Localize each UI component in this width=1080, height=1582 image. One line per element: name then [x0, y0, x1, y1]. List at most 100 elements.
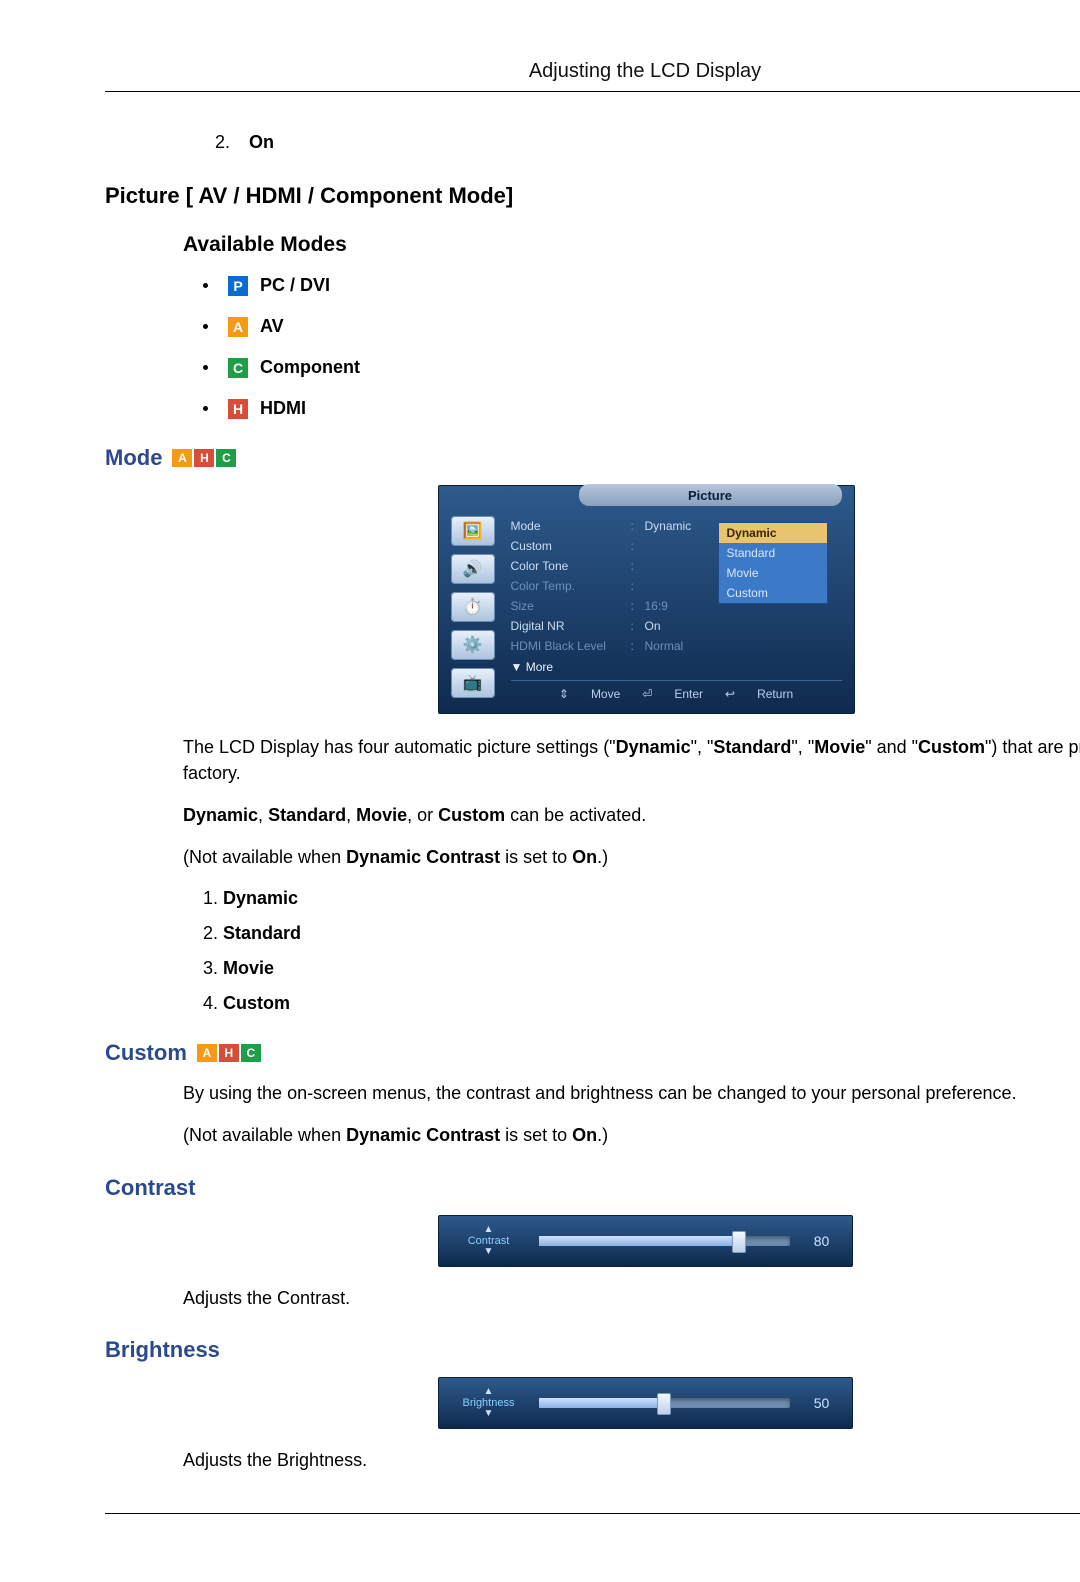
t: ", "	[691, 737, 714, 757]
available-modes-list: P PC / DVI A AV C Component H HDMI	[203, 275, 1080, 419]
mode-label: AV	[260, 316, 284, 337]
osd-sep: :	[631, 559, 645, 573]
mode-component: C Component	[203, 357, 1080, 378]
list-label: On	[249, 132, 274, 152]
c-badge-icon: C	[216, 449, 236, 467]
osd-tab-picture-icon: 🖼️	[451, 516, 495, 546]
chevron-up-icon: ▲	[484, 1387, 494, 1397]
t: Movie	[356, 805, 407, 825]
mode-option-dynamic: Dynamic	[223, 888, 1080, 909]
t: Standard	[223, 923, 301, 943]
osd-hint-move: Move	[591, 687, 620, 701]
mode-hdmi: H HDMI	[203, 398, 1080, 419]
h-badge-icon: H	[194, 449, 214, 467]
t: On	[572, 847, 597, 867]
osd-tab-timer-icon: ⏱️	[451, 592, 495, 622]
osd-dropdown-opt-movie: Movie	[719, 563, 827, 583]
t: The LCD Display has four automatic pictu…	[183, 737, 616, 757]
brightness-slider-figure: ▲ Brightness ▼ 50	[438, 1377, 853, 1429]
h-badge-icon: H	[228, 399, 248, 419]
chevron-down-icon: ▼	[484, 1247, 494, 1257]
custom-applies-to-icons: A H C	[197, 1044, 261, 1062]
t: ,	[258, 805, 268, 825]
osd-sep: :	[631, 539, 645, 553]
t: .)	[597, 847, 608, 867]
osd-dropdown-opt-custom: Custom	[719, 583, 827, 603]
osd-label: HDMI Black Level	[511, 639, 631, 653]
h-badge-icon: H	[219, 1044, 239, 1062]
osd-sep: :	[631, 579, 645, 593]
t: (Not available when	[183, 847, 346, 867]
custom-desc-2: (Not available when Dynamic Contrast is …	[183, 1122, 1080, 1148]
p-badge-icon: P	[228, 276, 248, 296]
list-item-on: 2. On	[215, 132, 1080, 153]
section-contrast-label: Contrast	[105, 1175, 195, 1201]
mode-options-list: Dynamic Standard Movie Custom	[203, 888, 1080, 1014]
a-badge-icon: A	[172, 449, 192, 467]
slider-fill	[539, 1398, 666, 1408]
osd-tab-multi-icon: 📺	[451, 668, 495, 698]
mode-applies-to-icons: A H C	[172, 449, 236, 467]
mode-option-movie: Movie	[223, 958, 1080, 979]
list-number: 2.	[215, 132, 230, 152]
chevron-down-icon: ▼	[484, 1409, 494, 1419]
osd-footer: ⇕ Move ⏎ Enter ↩ Return	[511, 680, 842, 709]
t: can be activated.	[505, 805, 646, 825]
t: Custom	[223, 993, 290, 1013]
section-picture-modes: Picture [ AV / HDMI / Component Mode]	[105, 183, 1080, 209]
osd-mode-dropdown: Dynamic Standard Movie Custom	[718, 522, 828, 604]
c-badge-icon: C	[228, 358, 248, 378]
brightness-desc: Adjusts the Brightness.	[183, 1447, 1080, 1473]
mode-option-standard: Standard	[223, 923, 1080, 944]
t: is set to	[500, 1125, 572, 1145]
osd-row-hdmi-black-level: HDMI Black Level : Normal	[511, 636, 842, 656]
osd-value: Dynamic	[645, 519, 692, 533]
t: On	[572, 1125, 597, 1145]
osd-sep: :	[631, 599, 645, 613]
t: Custom	[918, 737, 985, 757]
bullet-icon	[203, 406, 208, 411]
t: " and "	[865, 737, 918, 757]
osd-hint-enter-icon: ⏎	[642, 687, 652, 701]
t: ,	[346, 805, 356, 825]
osd-tab-setup-icon: ⚙️	[451, 630, 495, 660]
osd-label: Digital NR	[511, 619, 631, 633]
section-available-modes: Available Modes	[183, 233, 1080, 257]
t: Dynamic Contrast	[346, 847, 500, 867]
osd-dropdown-opt-dynamic: Dynamic	[719, 523, 827, 543]
mode-option-custom: Custom	[223, 993, 1080, 1014]
slider-label: Contrast	[468, 1235, 510, 1247]
osd-label: Mode	[511, 519, 631, 533]
contrast-value: 80	[802, 1233, 842, 1249]
mode-desc-1: The LCD Display has four automatic pictu…	[183, 734, 1080, 786]
t: Standard	[268, 805, 346, 825]
slider-thumb-icon	[732, 1231, 746, 1253]
c-badge-icon: C	[241, 1044, 261, 1062]
osd-screenshot: Picture 🖼️ 🔊 ⏱️ ⚙️ 📺 Mode : Dynamic Cust…	[438, 485, 853, 714]
mode-desc-3: (Not available when Dynamic Contrast is …	[183, 844, 1080, 870]
mode-pc-dvi: P PC / DVI	[203, 275, 1080, 296]
t: Dynamic	[616, 737, 691, 757]
osd-value: 16:9	[645, 599, 668, 613]
brightness-slider-track	[539, 1398, 790, 1408]
t: Movie	[814, 737, 865, 757]
t: Dynamic	[183, 805, 258, 825]
osd-sep: :	[631, 519, 645, 533]
section-custom: Custom A H C	[105, 1040, 1080, 1066]
t: Dynamic Contrast	[346, 1125, 500, 1145]
osd-value: Normal	[645, 639, 684, 653]
bullet-icon	[203, 324, 208, 329]
osd-hint-return-icon: ↩	[725, 687, 735, 701]
osd-title: Picture	[579, 484, 842, 506]
osd-label: Color Tone	[511, 559, 631, 573]
brightness-value: 50	[802, 1395, 842, 1411]
page-footer-rule	[105, 1513, 1080, 1514]
section-brightness-label: Brightness	[105, 1337, 220, 1363]
section-custom-label: Custom	[105, 1040, 187, 1066]
mode-label: HDMI	[260, 398, 306, 419]
contrast-slider-track	[539, 1236, 790, 1246]
osd-value: On	[645, 619, 661, 633]
osd-sep: :	[631, 619, 645, 633]
osd-label: Color Temp.	[511, 579, 631, 593]
osd-hint-return: Return	[757, 687, 793, 701]
